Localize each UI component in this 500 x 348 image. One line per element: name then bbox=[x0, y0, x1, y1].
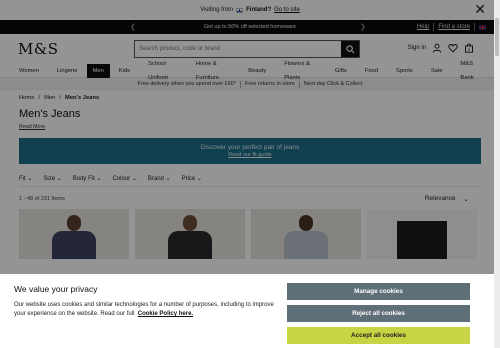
scrollbar-thumb[interactable] bbox=[495, 18, 499, 56]
cookie-text: Our website uses cookies and similar tec… bbox=[14, 301, 276, 319]
accept-cookies-button[interactable]: Accept all cookies bbox=[287, 327, 470, 344]
cookie-banner: We value your privacy Our website uses c… bbox=[0, 274, 494, 348]
cookie-actions: Manage cookies Reject all cookies Accept… bbox=[287, 283, 470, 348]
cookie-policy-link[interactable]: Cookie Policy here. bbox=[138, 311, 193, 317]
reject-cookies-button[interactable]: Reject all cookies bbox=[287, 305, 470, 322]
manage-cookies-button[interactable]: Manage cookies bbox=[287, 283, 470, 300]
scrollbar[interactable] bbox=[494, 0, 500, 348]
